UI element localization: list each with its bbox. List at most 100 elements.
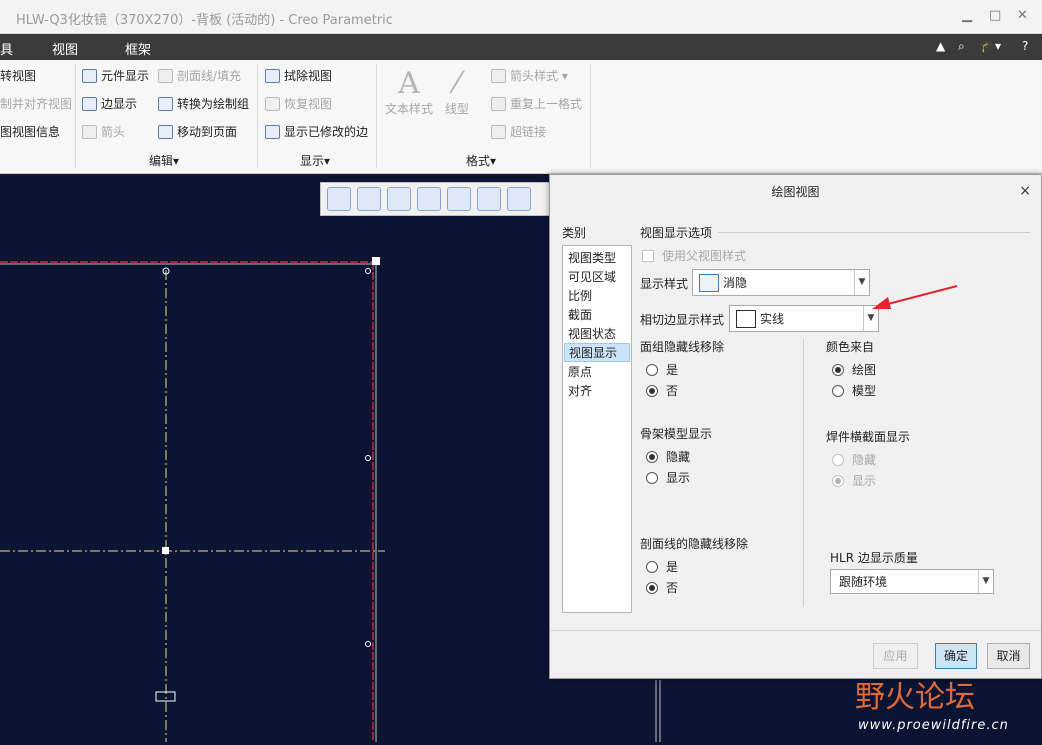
cancel-button[interactable]: 取消 — [987, 643, 1030, 669]
ribbon-resume-view[interactable]: 恢复视图 — [265, 95, 332, 112]
ribbon-convert-draft-group[interactable]: 转换为绘制组 — [158, 95, 249, 112]
face-group-hidden-yes[interactable]: 是 — [646, 361, 678, 378]
category-label: 类别 — [562, 226, 587, 240]
radio-circle — [832, 384, 844, 397]
view-toolbar — [320, 182, 552, 216]
close-window-button[interactable]: ✕ — [1017, 8, 1028, 23]
hatch-hidden-no[interactable]: 否 — [646, 579, 678, 596]
menu-bar: 具 视图 框架 ▲ ⌕ 🎓▾ ? — [0, 34, 1042, 60]
search-icon[interactable]: ⌕ — [958, 39, 965, 54]
saved-views-icon[interactable] — [477, 187, 501, 211]
resume-view-icon — [265, 96, 280, 111]
ribbon-erase-view[interactable]: 拭除视图 — [265, 67, 332, 84]
category-view-display[interactable]: 视图显示 — [564, 343, 630, 362]
ribbon-rotate-view[interactable]: 转视图 — [0, 67, 36, 84]
line-style-button[interactable]: ⁄ 线型 — [440, 66, 474, 117]
title-bar: HLW-Q3化妆镜（370X270）-背板 (活动的) - Creo Param… — [0, 0, 1042, 34]
hatch-hidden-label: 剖面线的隐藏线移除 — [640, 537, 749, 551]
skeleton-display-show[interactable]: 显示 — [646, 469, 690, 486]
tangent-edge-dropdown[interactable]: 实线 ▼ — [729, 305, 879, 332]
ribbon-hatch-fill[interactable]: 剖面线/填充 — [158, 67, 241, 84]
convert-icon — [158, 96, 173, 111]
corner-handle — [372, 257, 380, 265]
weld-section-show[interactable]: 显示 — [832, 472, 876, 489]
menu-tools[interactable]: 具 — [0, 39, 13, 58]
menu-frame[interactable]: 框架 — [125, 39, 151, 58]
tangent-edge-label: 相切边显示样式 — [640, 313, 725, 327]
color-from-model[interactable]: 模型 — [832, 382, 876, 399]
solid-tangent-icon — [736, 309, 756, 328]
zoom-in-icon[interactable] — [357, 187, 381, 211]
skeleton-display-hide[interactable]: 隐藏 — [646, 448, 690, 465]
color-from-label: 颜色来自 — [826, 340, 875, 354]
hlr-quality-dropdown[interactable]: 跟随环境 ▼ — [830, 569, 994, 594]
arrow-icon — [82, 124, 97, 139]
ribbon-move-to-sheet[interactable]: 移动到页面 — [158, 123, 237, 140]
ribbon-show-modified-edges[interactable]: 显示已修改的边 — [265, 123, 368, 140]
ribbon-arrow-style[interactable]: 箭头样式 ▾ — [491, 67, 568, 84]
group-label-display[interactable]: 显示▾ — [300, 152, 330, 169]
group-label-edit[interactable]: 编辑▾ — [149, 152, 179, 169]
erase-view-icon — [265, 68, 280, 83]
radio-circle — [832, 363, 844, 376]
chevron-down-icon: ▼ — [863, 306, 878, 331]
category-alignment[interactable]: 对齐 — [568, 382, 592, 399]
center-handle — [162, 547, 169, 554]
ribbon-view-info[interactable]: 图视图信息 — [0, 123, 60, 140]
radio-circle — [646, 384, 658, 397]
learning-icon[interactable]: 🎓▾ — [980, 39, 1001, 53]
color-from-drawing[interactable]: 绘图 — [832, 361, 876, 378]
face-group-hidden-no[interactable]: 否 — [646, 382, 678, 399]
category-scale[interactable]: 比例 — [568, 287, 592, 304]
minimize-button[interactable]: ▁ — [962, 8, 972, 23]
help-icon[interactable]: ? — [1022, 39, 1028, 53]
ribbon-align-view[interactable]: 制并对齐视图 — [0, 95, 72, 112]
menu-view[interactable]: 视图 — [52, 39, 78, 58]
ribbon-repeat-format[interactable]: 重复上一格式 — [491, 95, 582, 112]
dialog-close-button[interactable]: × — [1019, 183, 1031, 199]
checkbox-box — [642, 249, 654, 262]
weld-section-label: 焊件横截面显示 — [826, 430, 911, 444]
category-origin[interactable]: 原点 — [568, 363, 592, 380]
ribbon-separator — [257, 64, 258, 168]
group-label-format[interactable]: 格式▾ — [466, 152, 496, 169]
button-bar-divider — [550, 630, 1041, 631]
ok-button[interactable]: 确定 — [935, 643, 977, 669]
ribbon-separator — [75, 64, 76, 168]
collapse-ribbon-icon[interactable]: ▲ — [936, 39, 945, 53]
maximize-button[interactable]: □ — [989, 8, 1001, 23]
datum-display-icon[interactable] — [507, 187, 531, 211]
modified-edges-icon — [265, 124, 280, 139]
edge-display-icon — [82, 96, 97, 111]
section-title: 视图显示选项 — [640, 226, 713, 240]
category-view-state[interactable]: 视图状态 — [568, 325, 616, 342]
ribbon-component-display[interactable]: 元件显示 — [82, 67, 149, 84]
weld-section-hide[interactable]: 隐藏 — [832, 451, 876, 468]
ribbon-edge-display[interactable]: 边显示 — [82, 95, 137, 112]
zoom-out-icon[interactable] — [387, 187, 411, 211]
line-style-icon: ⁄ — [454, 66, 460, 101]
ribbon-separator — [376, 64, 377, 168]
section-divider — [718, 232, 1030, 233]
dialog-title: 绘图视图 — [771, 185, 820, 199]
apply-button[interactable]: 应用 — [873, 643, 918, 669]
hatch-icon — [158, 68, 173, 83]
category-view-type[interactable]: 视图类型 — [568, 249, 616, 266]
ribbon-arrow[interactable]: 箭头 — [82, 123, 125, 140]
refit-icon[interactable] — [327, 187, 351, 211]
radio-circle — [832, 453, 844, 466]
hatch-hidden-yes[interactable]: 是 — [646, 558, 678, 575]
display-style-dropdown[interactable]: 消隐 ▼ — [692, 269, 870, 296]
category-visible-area[interactable]: 可见区域 — [568, 268, 616, 285]
category-section[interactable]: 截面 — [568, 306, 592, 323]
ribbon-hyperlink[interactable]: 超链接 — [491, 123, 546, 140]
radio-circle — [646, 450, 658, 463]
ribbon-separator — [590, 64, 591, 168]
display-style-icon[interactable] — [447, 187, 471, 211]
arrow-style-icon — [491, 68, 506, 83]
use-parent-style-checkbox[interactable]: 使用父视图样式 — [642, 247, 746, 264]
radio-circle — [832, 474, 844, 487]
chevron-down-icon: ▼ — [978, 570, 993, 593]
repaint-icon[interactable] — [417, 187, 441, 211]
text-style-button[interactable]: A 文本样式 — [384, 66, 434, 117]
